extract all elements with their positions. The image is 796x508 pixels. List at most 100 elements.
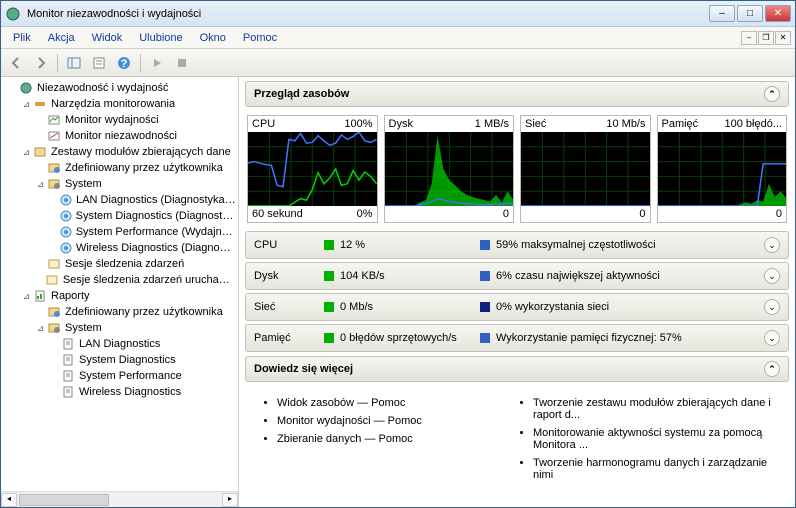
trace-icon <box>46 257 62 271</box>
tree-item[interactable]: Monitor niezawodności <box>3 128 236 144</box>
maximize-button[interactable]: □ <box>737 5 763 22</box>
perf-icon <box>46 113 62 127</box>
help-link[interactable]: Tworzenie harmonogramu danych i zarządza… <box>533 454 773 484</box>
metric-name: Sieć <box>254 301 324 313</box>
scroll-track[interactable] <box>17 493 222 507</box>
mdi-buttons: – ❐ ✕ <box>741 31 791 45</box>
tree-item[interactable]: Sesje śledzenia zdarzeń <box>3 256 236 272</box>
tree-item[interactable]: ⊿Narzędzia monitorowania <box>3 96 236 112</box>
nav-forward-button[interactable] <box>30 52 52 74</box>
minimize-button[interactable]: – <box>709 5 735 22</box>
chart-zero: 0 <box>776 208 782 220</box>
metric-row-pamięć[interactable]: Pamięć0 błędów sprzętowych/sWykorzystani… <box>245 324 789 352</box>
menu-ulubione[interactable]: Ulubione <box>131 30 190 46</box>
scroll-left-button[interactable]: ◂ <box>1 493 17 507</box>
overview-header[interactable]: Przegląd zasobów ⌃ <box>245 81 789 107</box>
mdi-minimize[interactable]: – <box>741 31 757 45</box>
tree-item-label: System Performance <box>79 370 182 382</box>
metric-row-dysk[interactable]: Dysk104 KB/s6% czasu największej aktywno… <box>245 262 789 290</box>
help-link[interactable]: Monitor wydajności — Pomoc <box>277 412 517 430</box>
tree-item[interactable]: System Diagnostics (Diagnostyka sys <box>3 208 236 224</box>
expand-icon[interactable]: ⊿ <box>21 291 32 302</box>
tree-item[interactable]: ⊿ System <box>3 320 236 336</box>
chart-sieć[interactable]: Sieć10 Mb/s0 <box>520 115 651 223</box>
tree-item[interactable]: Niezawodność i wydajność <box>3 80 236 96</box>
expand-icon[interactable]: ⌄ <box>764 237 780 253</box>
scroll-right-button[interactable]: ▸ <box>222 493 238 507</box>
close-button[interactable]: ✕ <box>765 5 791 22</box>
menu-plik[interactable]: Plik <box>5 30 39 46</box>
tree-item[interactable]: LAN Diagnostics (Diagnostyka sieci l <box>3 192 236 208</box>
help-link[interactable]: Zbieranie danych — Pomoc <box>277 430 517 448</box>
expand-icon[interactable]: ⊿ <box>21 99 32 110</box>
learnmore-header[interactable]: Dowiedz się więcej ⌃ <box>245 356 789 382</box>
expand-icon[interactable]: ⊿ <box>35 179 46 190</box>
expand-icon[interactable]: ⌄ <box>764 330 780 346</box>
chart-max: 10 Mb/s <box>606 118 645 130</box>
help-link[interactable]: Tworzenie zestawu modułów zbierających d… <box>533 394 773 424</box>
tree-item[interactable]: ⊿Zestawy modułów zbierających dane <box>3 144 236 160</box>
help-button[interactable]: ? <box>113 52 135 74</box>
stop-button[interactable] <box>171 52 193 74</box>
tree-item[interactable]: Monitor wydajności <box>3 112 236 128</box>
tree-item[interactable]: ⊿System <box>3 176 236 192</box>
menu-okno[interactable]: Okno <box>192 30 234 46</box>
tree-item[interactable]: System Performance (Wydajność sys <box>3 224 236 240</box>
menu-widok[interactable]: Widok <box>84 30 131 46</box>
h-scrollbar[interactable]: ◂ ▸ <box>1 491 238 507</box>
menu-akcja[interactable]: Akcja <box>40 30 83 46</box>
metric-value: 0 błędów sprzętowych/s <box>340 332 480 344</box>
nav-tree[interactable]: Niezawodność i wydajność⊿Narzędzia monit… <box>1 77 238 491</box>
tree-item[interactable]: Sesje śledzenia zdarzeń uruchamiania <box>3 272 236 288</box>
tree-item-label: System <box>65 322 102 334</box>
chart-pamięć[interactable]: Pamięć100 błędó...0 <box>657 115 788 223</box>
chart-name: Pamięć <box>662 118 699 130</box>
metric-desc: Wykorzystanie pamięci fizycznej: 57% <box>496 332 764 344</box>
expand-icon[interactable]: ⌄ <box>764 268 780 284</box>
chart-cpu[interactable]: CPU100%60 sekund0% <box>247 115 378 223</box>
color-swatch-icon <box>480 240 490 250</box>
run-button[interactable] <box>146 52 168 74</box>
expand-icon[interactable]: ⌄ <box>764 299 780 315</box>
scroll-thumb[interactable] <box>19 494 109 506</box>
tree-item[interactable]: LAN Diagnostics <box>3 336 236 352</box>
window-title: Monitor niezawodności i wydajności <box>27 8 709 20</box>
tree-item-label: LAN Diagnostics (Diagnostyka sieci l <box>76 194 236 206</box>
app-icon <box>5 6 21 22</box>
properties-button[interactable] <box>88 52 110 74</box>
mdi-close[interactable]: ✕ <box>775 31 791 45</box>
menu-pomoc[interactable]: Pomoc <box>235 30 285 46</box>
tree-item[interactable]: Wireless Diagnostics (Diagnostyka si <box>3 240 236 256</box>
metric-desc: 0% wykorzystania sieci <box>496 301 764 313</box>
titlebar[interactable]: Monitor niezawodności i wydajności – □ ✕ <box>1 1 795 27</box>
metric-name: CPU <box>254 239 324 251</box>
tree-item-label: Raporty <box>51 290 90 302</box>
expand-icon[interactable]: ⊿ <box>35 323 46 334</box>
metric-value: 0 Mb/s <box>340 301 480 313</box>
metric-value: 104 KB/s <box>340 270 480 282</box>
nav-back-button[interactable] <box>5 52 27 74</box>
tree-item[interactable]: ⊿ Raporty <box>3 288 236 304</box>
window: Monitor niezawodności i wydajności – □ ✕… <box>0 0 796 508</box>
tree-item[interactable]: Zdefiniowany przez użytkownika <box>3 304 236 320</box>
rpt-icon <box>60 385 76 399</box>
color-swatch-icon <box>324 333 334 343</box>
tree-item-label: System Diagnostics <box>79 354 176 366</box>
collapse-icon[interactable]: ⌃ <box>764 361 780 377</box>
help-link[interactable]: Widok zasobów — Pomoc <box>277 394 517 412</box>
collapse-icon[interactable]: ⌃ <box>764 86 780 102</box>
show-hide-button[interactable] <box>63 52 85 74</box>
menubar: PlikAkcjaWidokUlubioneOknoPomoc – ❐ ✕ <box>1 27 795 49</box>
tree-item-label: Wireless Diagnostics (Diagnostyka si <box>76 242 236 254</box>
mdi-restore[interactable]: ❐ <box>758 31 774 45</box>
metric-row-sieć[interactable]: Sieć 0 Mb/s 0% wykorzystania sieci⌄ <box>245 293 789 321</box>
chart-dysk[interactable]: Dysk1 MB/s0 <box>384 115 515 223</box>
expand-icon[interactable]: ⊿ <box>21 147 32 158</box>
tree-item[interactable]: System Diagnostics <box>3 352 236 368</box>
tree-item[interactable]: Zdefiniowany przez użytkownika <box>3 160 236 176</box>
tree-item[interactable]: Wireless Diagnostics <box>3 384 236 400</box>
help-link[interactable]: Monitorowanie aktywności systemu za pomo… <box>533 424 773 454</box>
chart-zero: 0 <box>503 208 509 220</box>
metric-row-cpu[interactable]: CPU12 %59% maksymalnej częstotliwości⌄ <box>245 231 789 259</box>
tree-item[interactable]: System Performance <box>3 368 236 384</box>
